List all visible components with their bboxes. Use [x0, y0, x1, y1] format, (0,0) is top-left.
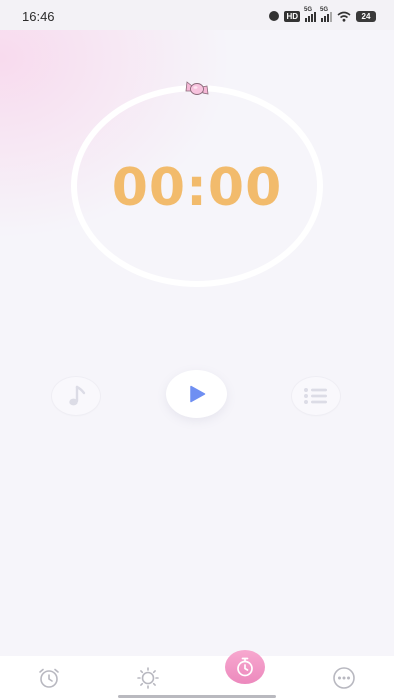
candy-icon[interactable]: [185, 78, 209, 98]
sun-icon: [137, 667, 159, 689]
alarm-clock-icon: [39, 668, 59, 688]
more-icon: [333, 667, 355, 689]
battery-icon: 24: [356, 10, 376, 22]
bottom-nav: [0, 656, 394, 700]
play-button[interactable]: [166, 370, 227, 418]
list-button[interactable]: [292, 377, 340, 415]
hd-badge: HD: [284, 10, 300, 22]
status-time: 16:46: [22, 9, 55, 24]
music-button[interactable]: [52, 377, 100, 415]
nav-item-more[interactable]: [332, 666, 356, 690]
status-icons: HD 5G 5G 24: [269, 7, 376, 23]
alarm-status-icon: [269, 11, 280, 21]
home-indicator[interactable]: [118, 695, 276, 698]
status-bar: 16:46 HD 5G 5G 24: [0, 0, 394, 30]
timer-display: 00:00: [111, 158, 283, 218]
signal-label-2: 5G: [320, 6, 329, 13]
signal-icon: 5G: [304, 7, 316, 22]
play-icon: [189, 385, 205, 403]
wifi-icon: [337, 11, 351, 22]
nav-item-timer[interactable]: [225, 650, 265, 684]
signal-icon-2: 5G: [320, 7, 332, 22]
nav-item-world-clock[interactable]: [136, 666, 160, 690]
music-note-icon: [69, 385, 86, 406]
list-icon: [304, 388, 327, 404]
nav-item-alarm[interactable]: [37, 666, 61, 690]
signal-label: 5G: [304, 6, 313, 13]
stopwatch-icon: [237, 657, 253, 677]
